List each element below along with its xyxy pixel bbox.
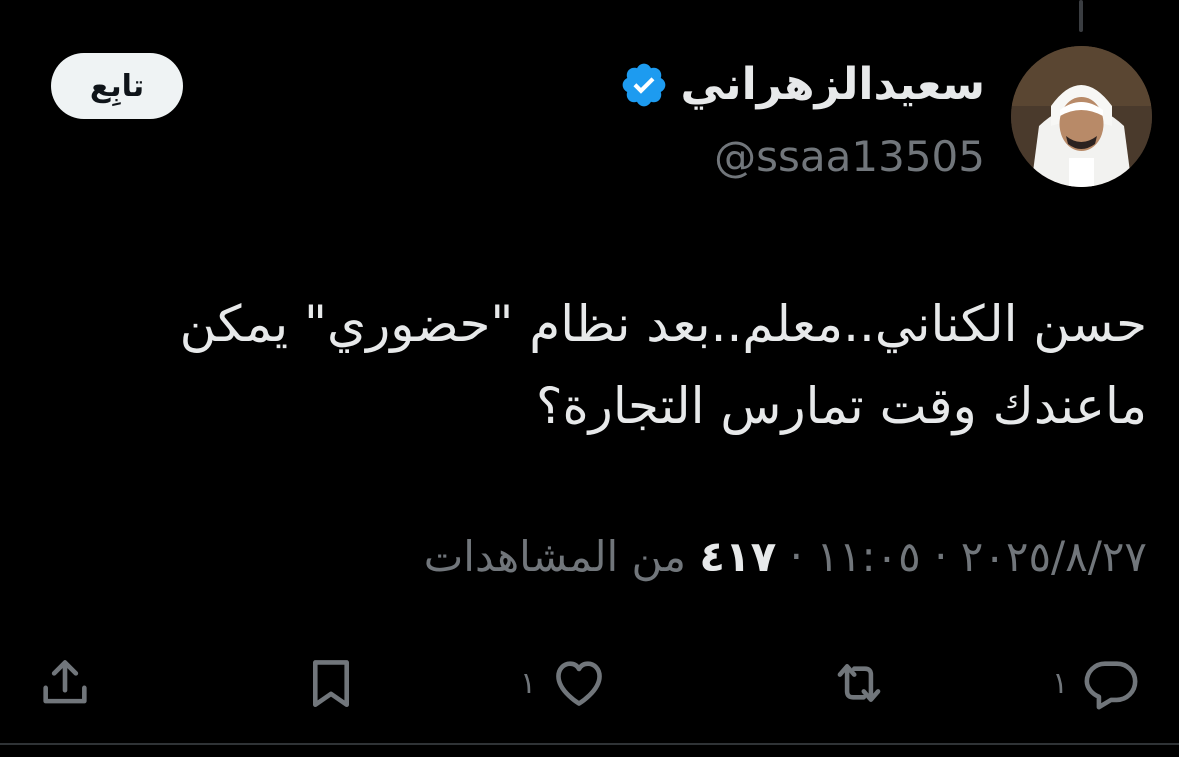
thread-connector-line: [1079, 0, 1083, 32]
retweet-button[interactable]: [828, 648, 890, 718]
bookmark-icon: [302, 654, 360, 712]
user-handle[interactable]: @ssaa13505: [425, 136, 985, 178]
bottom-divider: [0, 743, 1179, 745]
follow-button[interactable]: تابِع: [51, 53, 183, 119]
like-count: ١: [520, 665, 537, 701]
tweet-meta: ٢٠٢٥/٨/٢٧ · ١١:٠٥ · ٤١٧ من المشاهدات: [27, 532, 1147, 581]
tweet-line-2: ماعندك وقت تمارس التجارة؟: [535, 377, 1147, 435]
bookmark-button[interactable]: [302, 648, 360, 718]
tweet-date[interactable]: ٢٠٢٥/٨/٢٧: [961, 532, 1147, 581]
tweet-time[interactable]: ١١:٠٥: [816, 532, 920, 581]
tweet-line-1: حسن الكناني..معلم..بعد نظام "حضوري" يمكن: [179, 295, 1147, 353]
tweet-text: حسن الكناني..معلم..بعد نظام "حضوري" يمكن…: [27, 283, 1147, 447]
avatar-image: [1011, 46, 1152, 187]
share-button[interactable]: [36, 648, 94, 718]
verified-badge-icon[interactable]: [619, 60, 669, 110]
views-count[interactable]: ٤١٧: [699, 532, 776, 581]
action-bar: ١ ١: [0, 648, 1179, 718]
name-row: سعيدالزهراني: [425, 52, 985, 118]
user-info: سعيدالزهراني @ssaa13505: [425, 52, 985, 178]
reply-button[interactable]: ١: [1052, 648, 1140, 718]
meta-separator-1: ·: [920, 532, 961, 581]
like-button[interactable]: ١: [520, 648, 608, 718]
display-name[interactable]: سعيدالزهراني: [681, 63, 985, 107]
reply-icon: [1082, 654, 1140, 712]
meta-separator-2: ·: [776, 532, 817, 581]
reply-count: ١: [1052, 665, 1069, 701]
share-icon: [36, 654, 94, 712]
views-label: من المشاهدات: [423, 532, 700, 581]
heart-icon: [550, 654, 608, 712]
retweet-icon: [828, 654, 890, 712]
avatar[interactable]: [1011, 46, 1152, 187]
